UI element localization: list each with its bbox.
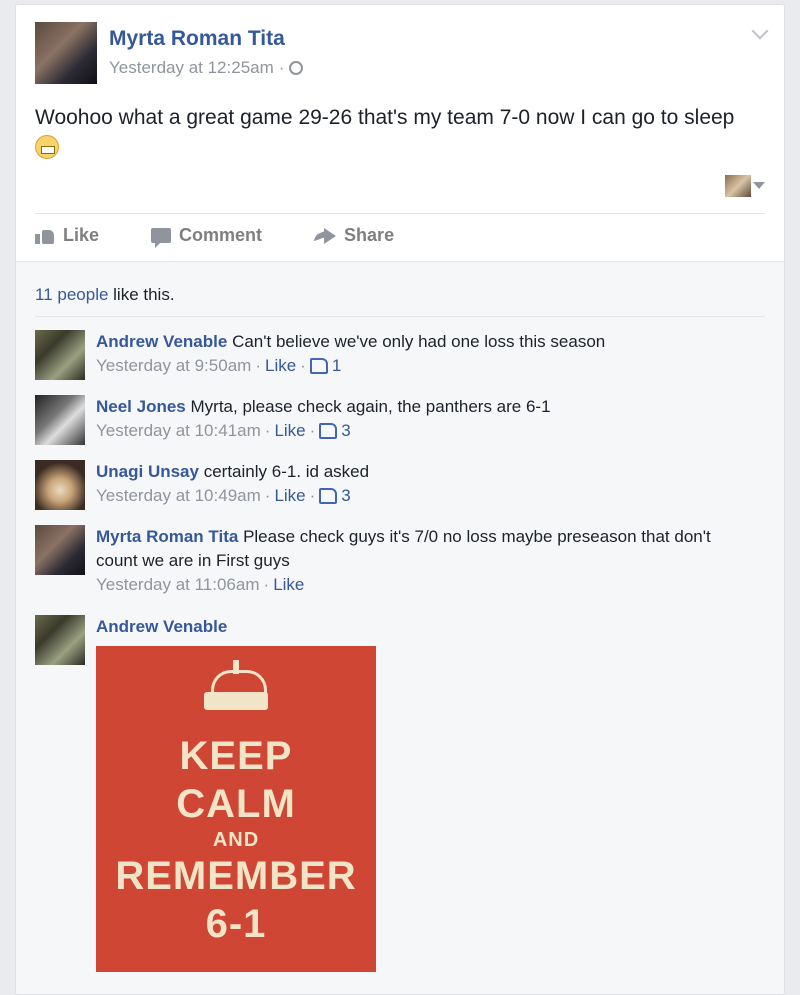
commenter-avatar[interactable] xyxy=(35,330,85,380)
comment-meta: Yesterday at 9:50am · Like · 1 xyxy=(96,354,756,378)
post-text: Woohoo what a great game 29-26 that's my… xyxy=(35,103,770,161)
caret-down-icon[interactable] xyxy=(753,182,765,189)
meta-separator: · xyxy=(263,575,270,594)
comment-text: Myrta, please check again, the panthers … xyxy=(190,397,551,416)
meta-separator: · xyxy=(264,421,271,440)
like-label: Like xyxy=(63,225,100,245)
commenter-name[interactable]: Unagi Unsay xyxy=(96,462,199,481)
feed-post: Myrta Roman Tita Yesterday at 12:25am · … xyxy=(15,4,785,995)
meta-separator: · xyxy=(309,421,316,440)
divider xyxy=(35,213,765,214)
commenter-name[interactable]: Neel Jones xyxy=(96,397,186,416)
meta-separator: · xyxy=(309,486,316,505)
meta-separator: · xyxy=(255,356,261,375)
poster-line: AND xyxy=(212,829,260,851)
post-meta: Yesterday at 12:25am · xyxy=(109,58,304,78)
comment-body: Unagi Unsay certainly 6-1. id asked Yest… xyxy=(96,460,756,508)
post-timestamp[interactable]: Yesterday at 12:25am xyxy=(109,58,274,78)
share-arrow-icon xyxy=(314,227,337,244)
profile-thumbnail[interactable] xyxy=(725,175,751,197)
thumbs-up-icon xyxy=(309,358,328,374)
comment-like-count[interactable]: 3 xyxy=(341,419,350,443)
commenter-avatar[interactable] xyxy=(35,395,85,445)
commenter-name[interactable]: Andrew Venable xyxy=(96,617,227,636)
comment-time[interactable]: Yesterday at 11:06am xyxy=(96,573,260,597)
keep-calm-image[interactable]: KEEP CALM AND REMEMBER 6-1 xyxy=(96,646,376,972)
comments-section: 11 people like this. Andrew Venable Can'… xyxy=(16,261,784,994)
crown-icon xyxy=(204,660,268,710)
meta-separator: · xyxy=(300,356,306,375)
comment-meta: Yesterday at 10:41am · Like · 3 xyxy=(96,419,756,443)
comment-button[interactable]: Comment xyxy=(151,225,263,248)
comment-like-link[interactable]: Like xyxy=(274,419,305,443)
comment-label: Comment xyxy=(179,225,263,245)
share-label: Share xyxy=(344,225,395,245)
poster-line: KEEP xyxy=(179,734,293,778)
comment-like-link[interactable]: Like xyxy=(274,484,305,508)
likes-summary: 11 people like this. xyxy=(35,285,175,305)
author-avatar[interactable] xyxy=(35,22,97,84)
comment-text: Can't believe we've only had one loss th… xyxy=(232,332,606,351)
poster-line: CALM xyxy=(176,782,296,826)
likes-count-link[interactable]: 11 people xyxy=(35,285,108,304)
poster-line: REMEMBER xyxy=(115,854,357,898)
comment-meta: Yesterday at 11:06am · Like xyxy=(96,573,756,597)
like-button[interactable]: Like xyxy=(35,225,99,246)
comment-time[interactable]: Yesterday at 10:41am xyxy=(96,419,261,443)
thumbs-up-icon xyxy=(319,488,338,504)
comment-like-count[interactable]: 3 xyxy=(341,484,350,508)
commenter-avatar[interactable] xyxy=(35,460,85,510)
commenter-avatar[interactable] xyxy=(35,615,85,665)
thumbs-up-icon xyxy=(319,423,338,439)
meta-separator: · xyxy=(278,58,285,77)
comment-body: Myrta Roman Tita Please check guys it's … xyxy=(96,525,756,597)
commenter-name[interactable]: Andrew Venable xyxy=(96,332,227,351)
speech-bubble-icon xyxy=(151,228,172,248)
grin-emoji-icon xyxy=(35,135,59,160)
comment-time[interactable]: Yesterday at 10:49am xyxy=(96,484,261,508)
thumbs-up-icon xyxy=(35,228,55,244)
comment-meta: Yesterday at 10:49am · Like · 3 xyxy=(96,484,756,508)
likes-suffix: like this. xyxy=(108,285,175,304)
meta-separator: · xyxy=(264,486,271,505)
comment-like-link[interactable]: Like xyxy=(265,354,296,378)
chevron-down-icon[interactable] xyxy=(751,22,769,40)
action-bar: Like Comment Share xyxy=(35,225,394,248)
globe-icon[interactable] xyxy=(289,61,304,75)
comment-like-link[interactable]: Like xyxy=(273,573,304,597)
comment-text: certainly 6-1. id asked xyxy=(203,462,370,481)
post-author[interactable]: Myrta Roman Tita xyxy=(109,27,285,51)
share-button[interactable]: Share xyxy=(314,225,394,246)
post-text-content: Woohoo what a great game 29-26 that's my… xyxy=(35,106,735,129)
comment-like-count[interactable]: 1 xyxy=(332,354,341,378)
comment-time[interactable]: Yesterday at 9:50am xyxy=(96,354,251,378)
comment-body: Andrew Venable Can't believe we've only … xyxy=(96,330,756,378)
commenter-avatar[interactable] xyxy=(35,525,85,575)
comment-body: Andrew Venable xyxy=(96,615,756,639)
poster-line: 6-1 xyxy=(205,902,267,946)
comment-body: Neel Jones Myrta, please check again, th… xyxy=(96,395,756,443)
commenter-name[interactable]: Myrta Roman Tita xyxy=(96,527,238,546)
divider xyxy=(35,316,765,317)
